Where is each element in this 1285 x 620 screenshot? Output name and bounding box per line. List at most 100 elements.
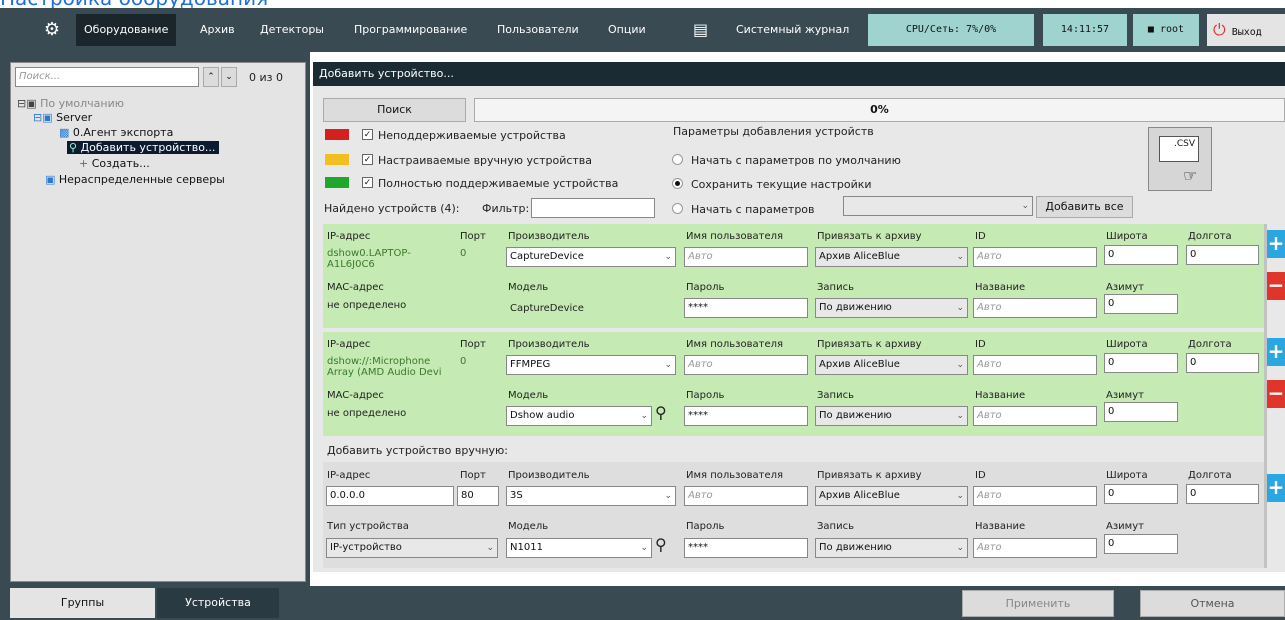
password-input[interactable]: **** xyxy=(684,298,808,318)
azimuth-label: Азимут xyxy=(1106,521,1144,532)
remove-device-2-minus-icon[interactable]: − xyxy=(1267,380,1285,408)
filter-unsupported-checkbox[interactable]: ✓ xyxy=(362,129,373,140)
menu-detectors[interactable]: Детекторы xyxy=(252,14,332,46)
record-select[interactable]: По движению ⌄ xyxy=(815,406,968,426)
search-progress-bar: 0% xyxy=(474,98,1285,122)
tree-node-server[interactable]: ⊟▣ Server xyxy=(33,111,92,124)
username-input[interactable]: Авто xyxy=(684,355,808,375)
name-input[interactable]: Авто xyxy=(973,406,1097,426)
add-manual-device-plus-icon[interactable]: + xyxy=(1267,474,1285,502)
menu-users[interactable]: Пользователи xyxy=(489,14,587,46)
latitude-label: Широта xyxy=(1106,231,1148,242)
latitude-input[interactable]: 0 xyxy=(1104,353,1178,373)
menu-system-journal[interactable]: Системный журнал xyxy=(728,14,857,46)
menu-options[interactable]: Опции xyxy=(600,14,654,46)
archive-select[interactable]: Архив AliceBlue ⌄ xyxy=(815,247,968,267)
longitude-input[interactable]: 0 xyxy=(1186,353,1259,373)
id-input[interactable]: Авто xyxy=(973,247,1097,267)
azimuth-input[interactable]: 0 xyxy=(1104,534,1178,554)
archive-select[interactable]: Архив AliceBlue ⌄ xyxy=(815,355,968,375)
user-badge[interactable]: ■ root xyxy=(1133,14,1199,46)
filter-input[interactable] xyxy=(531,198,655,218)
menu-programming[interactable]: Программирование xyxy=(346,14,475,46)
manual-port-input[interactable]: 80 xyxy=(457,486,499,506)
tree-node-export-agent[interactable]: ▩ 0.Агент экспорта xyxy=(59,126,173,139)
filter-unsupported-label: Неподдерживаемые устройства xyxy=(378,129,566,142)
green-flag-icon xyxy=(325,177,349,188)
exit-button[interactable]: ⏻ Выход xyxy=(1207,14,1285,46)
radio-keep-label: Сохранить текущие настройки xyxy=(691,178,872,191)
name-input[interactable]: Авто xyxy=(973,298,1097,318)
vendor-select[interactable]: CaptureDevice ⌄ xyxy=(506,247,676,267)
username-input[interactable]: Авто xyxy=(684,247,808,267)
params-preset-select[interactable]: ⌄ xyxy=(843,196,1033,216)
tree-node-default[interactable]: ⊟▣ По умолчанию xyxy=(17,97,124,110)
record-select[interactable]: По движению ⌄ xyxy=(815,298,968,318)
tree-search-input[interactable]: Поиск... xyxy=(15,67,199,87)
id-input[interactable]: Авто xyxy=(973,486,1097,506)
device-type-select[interactable]: IP-устройство ⌄ xyxy=(326,538,498,558)
latitude-label: Широта xyxy=(1106,470,1148,481)
add-device-2-plus-icon[interactable]: + xyxy=(1267,338,1285,366)
vendor-select[interactable]: FFMPEG ⌄ xyxy=(506,355,676,375)
username-input[interactable]: Авто xyxy=(684,486,808,506)
add-device-1-plus-icon[interactable]: + xyxy=(1267,230,1285,258)
longitude-label: Долгота xyxy=(1188,339,1232,350)
manual-ip-input[interactable]: 0.0.0.0 xyxy=(326,486,454,506)
record-label: Запись xyxy=(817,521,854,532)
longitude-input[interactable]: 0 xyxy=(1186,484,1259,504)
azimuth-input[interactable]: 0 xyxy=(1104,294,1178,314)
filter-manual-checkbox[interactable]: ✓ xyxy=(362,154,373,165)
search-down-button[interactable]: ⌄ xyxy=(221,67,237,87)
latitude-input[interactable]: 0 xyxy=(1104,484,1178,504)
azimuth-input[interactable]: 0 xyxy=(1104,402,1178,422)
radio-keep-settings[interactable] xyxy=(672,178,683,189)
page-caption: Настройка оборудования xyxy=(0,0,1285,8)
filter-supported-checkbox[interactable]: ✓ xyxy=(362,177,373,188)
filter-manual-label: Настраиваемые вручную устройства xyxy=(378,154,593,167)
password-input[interactable]: **** xyxy=(684,538,808,558)
model-label: Модель xyxy=(508,390,549,401)
tree-node-add-device[interactable]: ⚲ Добавить устройство... xyxy=(67,141,220,154)
id-input[interactable]: Авто xyxy=(973,355,1097,375)
longitude-input[interactable]: 0 xyxy=(1186,245,1259,265)
name-input[interactable]: Авто xyxy=(973,538,1097,558)
filter-label: Фильтр: xyxy=(482,202,530,215)
model-search-icon[interactable]: ⚲ xyxy=(655,403,667,422)
radio-start-label: Начать с параметров xyxy=(691,203,815,216)
tab-devices[interactable]: Устройства xyxy=(157,588,279,618)
latitude-input[interactable]: 0 xyxy=(1104,245,1178,265)
archive-select[interactable]: Архив AliceBlue ⌄ xyxy=(815,486,968,506)
cancel-button[interactable]: Отмена xyxy=(1140,590,1285,617)
apply-button[interactable]: Применить xyxy=(962,590,1114,617)
vendor-select[interactable]: 3S ⌄ xyxy=(506,486,676,506)
password-input[interactable]: **** xyxy=(684,406,808,426)
remove-device-1-minus-icon[interactable]: − xyxy=(1267,272,1285,300)
model-label: Модель xyxy=(508,282,549,293)
tree-node-unassigned-servers[interactable]: ▣ Нераспределенные серверы xyxy=(45,173,225,186)
search-button[interactable]: Поиск xyxy=(323,98,466,122)
username-label: Имя пользователя xyxy=(686,470,784,481)
radio-start-with-params[interactable] xyxy=(672,203,683,214)
tree-node-create[interactable]: + Создать... xyxy=(79,157,150,170)
menu-equipment[interactable]: Оборудование xyxy=(76,14,177,46)
journal-icon[interactable]: ▤ xyxy=(685,14,716,46)
model-select[interactable]: N1011 ⌄ xyxy=(506,538,652,558)
tab-groups[interactable]: Группы xyxy=(10,588,155,618)
search-up-button[interactable]: ⌃ xyxy=(203,67,219,87)
device-tree-panel: Поиск... ⌃ ⌄ 0 из 0 ⊟▣ По умолчанию ⊟▣ S… xyxy=(10,62,306,582)
clock: 14:11:57 xyxy=(1043,14,1127,46)
csv-import-button[interactable]: .CSV ☞ xyxy=(1148,127,1212,191)
radio-default-params[interactable] xyxy=(672,154,683,165)
add-all-button[interactable]: Добавить все xyxy=(1036,196,1133,218)
device-port: 0 xyxy=(460,356,467,367)
model-select[interactable]: Dshow audio ⌄ xyxy=(506,406,652,426)
menu-archive[interactable]: Архив xyxy=(192,14,243,46)
settings-gear-icon[interactable]: ⚙ xyxy=(30,14,74,46)
record-select[interactable]: По движению ⌄ xyxy=(815,538,968,558)
ip-label: IP-адрес xyxy=(327,339,371,350)
model-search-icon[interactable]: ⚲ xyxy=(655,535,667,554)
password-label: Пароль xyxy=(686,521,725,532)
scroll-gutter xyxy=(1264,224,1267,568)
params-title: Параметры добавления устройств xyxy=(673,125,874,138)
